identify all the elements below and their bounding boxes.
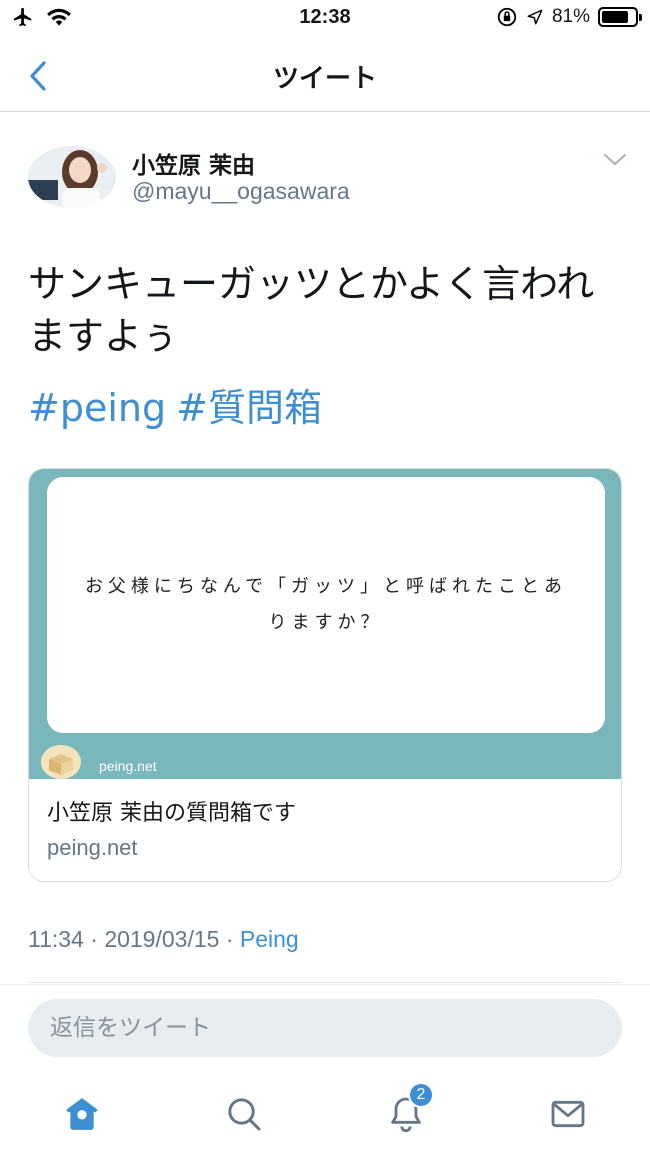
tweet-time: 11:34 [28,926,84,952]
hashtag-link[interactable]: #peing [28,384,166,432]
mail-icon [551,1100,585,1128]
status-right: 81% [496,6,642,28]
card-question-line: お父様にちなんで「ガッツ」と呼ばれたことあ [84,576,568,597]
tab-messages[interactable] [546,1092,590,1136]
nav-bar: ツイート [0,40,650,112]
tweet-text: サンキューガッツとかよく言われ ますよぅ [28,258,628,362]
tab-bar: 2 [0,1072,650,1156]
card-question-box: お父様にちなんで「ガッツ」と呼ばれたことあ りますか？ [47,477,605,733]
tweet-text-line: ますよぅ [28,314,179,358]
location-icon [527,9,543,25]
tab-notifications[interactable]: 2 [384,1082,434,1136]
tweet-text-line: サンキューガッツとかよく言われ [28,262,595,306]
hashtags: #peing #質問箱 [28,384,322,432]
reply-input[interactable] [28,999,622,1057]
card-question: お父様にちなんで「ガッツ」と呼ばれたことあ りますか？ [66,569,586,641]
meta-separator: · [83,926,105,952]
card-image: お父様にちなんで「ガッツ」と呼ばれたことあ りますか？ peing.net [29,469,621,779]
battery-percent: 81% [551,6,590,27]
meta-separator: · [219,926,240,952]
battery-icon [598,7,642,27]
link-card[interactable]: お父様にちなんで「ガッツ」と呼ばれたことあ りますか？ peing.net 小笠… [28,468,622,882]
box-icon [41,745,81,779]
search-icon [228,1098,261,1131]
tweet-meta: 11:34 · 2019/03/15 · Peing [28,926,299,953]
home-icon [66,1098,98,1130]
tweet-menu-button[interactable] [600,150,630,176]
status-bar: 12:38 81% [0,0,650,40]
reply-bar [0,984,650,1072]
card-title: 小笠原 茉由の質問箱です [47,801,296,826]
page-title: ツイート [272,64,377,94]
tab-search[interactable] [222,1092,266,1136]
rotation-lock-icon [497,7,517,27]
hashtag-link[interactable]: #質問箱 [176,384,322,432]
tweet-date: 2019/03/15 [104,926,220,952]
avatar[interactable] [28,146,116,208]
author-handle[interactable]: @mayu__ogasawara [132,178,350,205]
tweet-source-link[interactable]: Peing [240,926,299,952]
battery-fill [602,11,628,23]
chevron-down-icon [604,154,626,165]
notifications-badge: 2 [408,1082,434,1108]
card-site-label: peing.net [99,758,157,774]
divider [28,982,622,983]
card-domain: peing.net [47,835,138,860]
card-question-line: りますか？ [268,612,384,633]
tab-home[interactable] [60,1092,104,1136]
author-name[interactable]: 小笠原 茉由 [132,146,255,180]
